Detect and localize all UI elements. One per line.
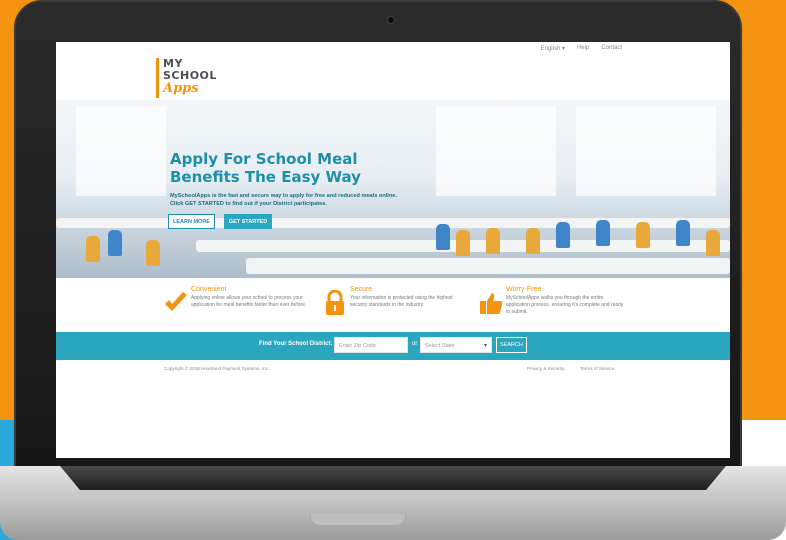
feature-text: Your information is protected using the … — [350, 295, 453, 308]
privacy-link[interactable]: Privacy & Security — [527, 366, 564, 371]
features-section: Convenient Applying online allows your s… — [56, 280, 730, 330]
hero-title: Apply For School Meal Benefits The Easy … — [170, 150, 361, 186]
language-selector[interactable]: English ▾ — [541, 45, 565, 56]
background-window — [76, 106, 166, 196]
chair-image — [486, 228, 500, 254]
chair-image — [526, 228, 540, 254]
terms-link[interactable]: Terms of Service — [580, 366, 614, 371]
logo-text-apps: Apps — [163, 81, 199, 96]
copyright-text: Copyright © 2016 Heartland Payment Syste… — [164, 366, 270, 371]
contact-link[interactable]: Contact — [601, 45, 622, 56]
state-select-value: Select State — [425, 343, 455, 349]
zip-code-input[interactable]: Enter Zip Code — [334, 337, 408, 353]
laptop-opening-notch — [310, 514, 406, 526]
hero-subtitle: MySchoolApps is the fast and secure way … — [170, 193, 397, 207]
logo-accent-bar — [156, 58, 159, 98]
feature-title: Secure — [350, 286, 373, 293]
district-finder: Find Your School District: Enter Zip Cod… — [56, 332, 730, 360]
chair-image — [86, 236, 100, 262]
lock-icon — [326, 290, 344, 315]
chair-image — [706, 230, 720, 256]
finder-label: Find Your School District: — [259, 341, 333, 347]
thumbs-up-icon — [480, 293, 503, 314]
dropdown-caret-icon: ▾ — [483, 343, 487, 349]
chair-image — [676, 220, 690, 246]
background-window — [436, 106, 556, 196]
feature-text: Applying online allows your school to pr… — [191, 295, 307, 308]
chair-image — [456, 230, 470, 256]
cafeteria-table — [56, 218, 730, 228]
or-separator: or — [412, 341, 418, 347]
chair-image — [556, 222, 570, 248]
page-footer: Copyright © 2016 Heartland Payment Syste… — [56, 364, 730, 378]
cafeteria-table — [246, 258, 730, 274]
myschoolapps-logo[interactable]: MY SCHOOL Apps — [156, 56, 226, 102]
feature-title: Worry-Free — [506, 286, 542, 293]
chair-image — [436, 224, 450, 250]
chair-image — [146, 240, 160, 266]
checkmark-icon — [165, 292, 187, 311]
feature-text: MySchoolApps walks you through the entir… — [506, 295, 624, 315]
get-started-button[interactable]: GET STARTED — [224, 214, 272, 229]
feature-convenient: Convenient Applying online allows your s… — [163, 286, 323, 326]
laptop-lid: English ▾ Help Contact MY SCHOOL Apps Ap… — [14, 0, 742, 480]
laptop-screen: English ▾ Help Contact MY SCHOOL Apps Ap… — [56, 42, 730, 458]
laptop-keyboard-deck — [60, 466, 726, 490]
hero-banner: Apply For School Meal Benefits The Easy … — [56, 100, 730, 278]
feature-secure: Secure Your information is protected usi… — [322, 286, 482, 326]
feature-worry-free: Worry-Free MySchoolApps walks you throug… — [478, 286, 638, 326]
chair-image — [636, 222, 650, 248]
chair-image — [596, 220, 610, 246]
feature-title: Convenient — [191, 286, 227, 293]
search-button[interactable]: SEARCH — [496, 337, 527, 353]
background-window — [576, 106, 716, 196]
chair-image — [108, 230, 122, 256]
help-link[interactable]: Help — [577, 45, 589, 56]
top-nav: English ▾ Help Contact — [56, 42, 730, 56]
webcam-icon — [387, 16, 395, 24]
state-select[interactable]: Select State ▾ — [420, 337, 492, 353]
learn-more-button[interactable]: LEARN MORE — [168, 214, 215, 229]
